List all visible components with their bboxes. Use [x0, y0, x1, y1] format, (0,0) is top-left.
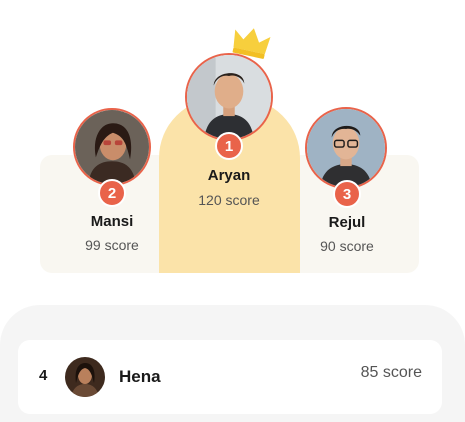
row-rank: 4 [39, 367, 48, 384]
avatar-image [187, 55, 271, 139]
rank-badge-third: 3 [333, 180, 361, 208]
third-place-score: 90 score [320, 238, 374, 254]
second-place-score: 99 score [85, 237, 139, 253]
third-place-name: Rejul [328, 214, 366, 231]
avatar-image [65, 357, 105, 397]
avatar-first-place[interactable] [185, 53, 273, 141]
avatar-image [307, 109, 385, 187]
rank-badge-second: 2 [98, 179, 126, 207]
row-score: 85 score [360, 364, 422, 381]
avatar-image [75, 110, 149, 184]
second-place-name: Mansi [90, 213, 134, 230]
first-place-score: 120 score [198, 192, 260, 208]
row-name: Hena [119, 367, 161, 386]
row-avatar[interactable] [65, 357, 105, 397]
first-place-name: Aryan [207, 167, 251, 184]
avatar-third-place[interactable] [305, 107, 387, 189]
avatar-second-place[interactable] [73, 108, 151, 186]
rank-badge-first: 1 [215, 132, 243, 160]
